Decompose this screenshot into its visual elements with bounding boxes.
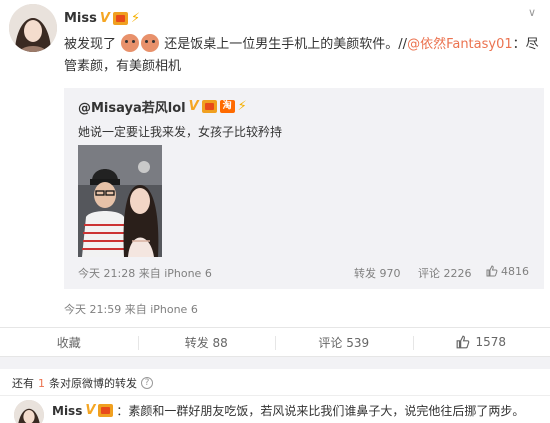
emoji-icon (121, 34, 140, 52)
info-icon[interactable]: ? (141, 377, 153, 389)
repost-text: 她说一定要让我来发，女孩子比较矜持 (78, 125, 283, 139)
thumbs-up-icon (486, 265, 498, 277)
repost-author-link[interactable]: @Misaya若风lol (78, 97, 186, 116)
action-bar: 收藏 转发 88 评论 539 1578 (0, 327, 550, 357)
member-crown-icon[interactable] (98, 404, 114, 417)
reply-avatar[interactable] (14, 400, 44, 423)
member-crown-icon[interactable] (201, 100, 217, 113)
section-divider (0, 357, 550, 369)
more-prefix: 还有 (12, 377, 34, 390)
post-text-part1: 被发现了 (64, 37, 117, 52)
author-name[interactable]: Miss (64, 11, 97, 26)
repost-time[interactable]: 今天 21:28 来自 iPhone 6 (78, 265, 212, 281)
favorite-button[interactable]: 收藏 (0, 328, 138, 356)
reposted-weibo: @Misaya若风lol V 淘 ⚡ 她说一定要让我来发，女孩子比较矜持 今天 … (64, 88, 544, 289)
repost-comment-count[interactable]: 评论 2226 (418, 265, 472, 281)
repost-label: 转发 88 (184, 335, 228, 350)
author-row: Miss V ⚡ (64, 8, 140, 28)
more-suffix: 条对原微博的转发 (49, 377, 137, 390)
thumbs-up-icon (457, 335, 470, 349)
emoji-icon (141, 34, 160, 52)
comment-button[interactable]: 评论 539 (275, 328, 413, 356)
favorite-label: 收藏 (56, 335, 81, 350)
post-text: 被发现了 还是饭桌上一位男生手机上的美颜软件。//@依然Fantasy01：尽管… (64, 34, 542, 78)
repost-like-count: 4816 (501, 265, 529, 278)
taobao-icon[interactable]: 淘 (219, 100, 235, 113)
reply-line: Miss V ：素颜和一群好朋友吃饭，若风说来比我们谁鼻子大，说完他往后挪了两步… (52, 402, 524, 419)
repost-repost-count[interactable]: 转发 970 (354, 265, 401, 281)
reply-author[interactable]: Miss (52, 404, 82, 418)
repost-button[interactable]: 转发 88 (137, 328, 276, 356)
repost-like-button[interactable]: 4816 (486, 265, 529, 278)
repost-author-row: @Misaya若风lol V 淘 ⚡ (78, 97, 247, 116)
more-count[interactable]: 1 (38, 377, 45, 390)
comment-label: 评论 539 (318, 335, 370, 350)
repost-photo[interactable] (78, 145, 162, 257)
post-text-part2: 还是饭桌上一位男生手机上的美颜软件。// (164, 37, 408, 52)
repost-reply-item: Miss V ：素颜和一群好朋友吃饭，若风说来比我们谁鼻子大，说完他往后挪了两步… (0, 395, 550, 423)
repost-footer: 今天 21:28 来自 iPhone 6 转发 970 评论 2226 4816 (78, 265, 534, 281)
reply-text: ：素颜和一群好朋友吃饭，若风说来比我们谁鼻子大，说完他往后挪了两步。 (116, 404, 525, 418)
more-reposts-row: 还有 1 条对原微博的转发 ? (12, 375, 153, 391)
like-button[interactable]: 1578 (412, 328, 550, 356)
author-avatar[interactable] (9, 4, 57, 52)
post-time[interactable]: 今天 21:59 来自 iPhone 6 (64, 301, 198, 317)
lightning-icon[interactable]: ⚡ (238, 99, 247, 114)
mention-link[interactable]: @依然Fantasy01 (407, 37, 513, 52)
lightning-icon[interactable]: ⚡ (131, 11, 140, 26)
verified-icon[interactable]: V (85, 403, 95, 418)
chevron-down-icon[interactable]: ∨ (528, 6, 536, 19)
verified-icon[interactable]: V (189, 99, 199, 114)
like-count: 1578 (475, 335, 507, 349)
weibo-post: ∨ Miss V ⚡ 被发现了 还是饭桌上一位男生手机上的美颜软件。//@依然F… (0, 0, 550, 332)
verified-icon[interactable]: V (100, 11, 110, 26)
member-crown-icon[interactable] (112, 11, 128, 25)
